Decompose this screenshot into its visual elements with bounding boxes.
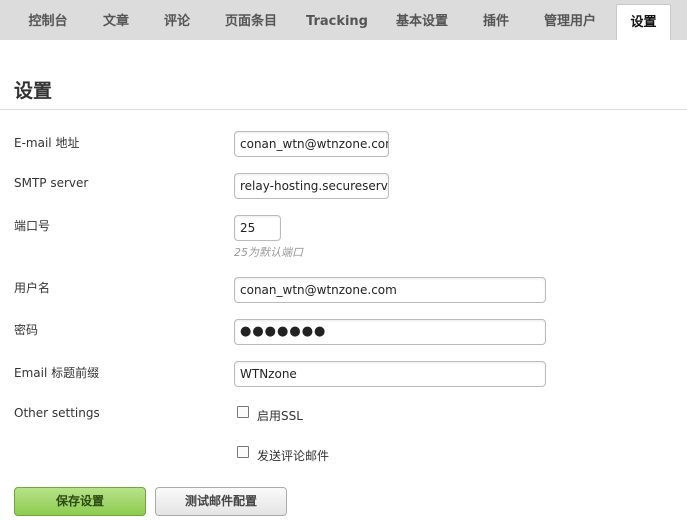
ssl-checkbox-label[interactable]: 启用SSL bbox=[257, 407, 303, 424]
page-title: 设置 bbox=[14, 80, 53, 102]
username-label: 用户名 bbox=[14, 281, 51, 295]
port-label: 端口号 bbox=[14, 219, 51, 233]
tab-posts[interactable]: 文章 bbox=[90, 0, 142, 40]
send-comment-email-label[interactable]: 发送评论邮件 bbox=[257, 447, 329, 464]
email-label: E-mail 地址 bbox=[14, 136, 80, 150]
tab-plugins[interactable]: 插件 bbox=[470, 0, 522, 40]
smtp-server-field[interactable]: relay-hosting.secureserver.net bbox=[234, 173, 389, 199]
tab-settings[interactable]: 设置 bbox=[616, 4, 671, 40]
other-settings-label: Other settings bbox=[14, 406, 100, 420]
tab-manage-users[interactable]: 管理用户 bbox=[534, 0, 606, 40]
send-comment-email-checkbox[interactable] bbox=[237, 446, 249, 458]
tab-basic-settings[interactable]: 基本设置 bbox=[386, 0, 458, 40]
save-settings-button[interactable]: 保存设置 bbox=[14, 487, 146, 516]
port-hint: 25为默认端口 bbox=[234, 246, 303, 259]
username-field[interactable]: conan_wtn@wtnzone.com bbox=[234, 277, 546, 303]
tab-bar: 控制台 文章 评论 页面条目 Tracking 基本设置 插件 管理用户 设置 bbox=[0, 0, 687, 40]
email-field[interactable]: conan_wtn@wtnzone.com bbox=[234, 131, 389, 157]
tab-dashboard[interactable]: 控制台 bbox=[18, 0, 78, 40]
ssl-checkbox[interactable] bbox=[237, 406, 249, 418]
port-field[interactable]: 25 bbox=[234, 215, 281, 241]
tab-pages[interactable]: 页面条目 bbox=[216, 0, 286, 40]
prefix-label: Email 标题前缀 bbox=[14, 366, 100, 380]
title-divider bbox=[0, 109, 687, 110]
tab-tracking[interactable]: Tracking bbox=[300, 0, 374, 40]
password-field[interactable]: ●●●●●●● bbox=[234, 319, 546, 345]
tab-comments[interactable]: 评论 bbox=[152, 0, 202, 40]
subject-prefix-field[interactable]: WTNzone bbox=[234, 361, 546, 387]
test-email-config-button[interactable]: 测试邮件配置 bbox=[155, 487, 287, 516]
password-label: 密码 bbox=[14, 323, 39, 337]
smtp-label: SMTP server bbox=[14, 176, 89, 190]
